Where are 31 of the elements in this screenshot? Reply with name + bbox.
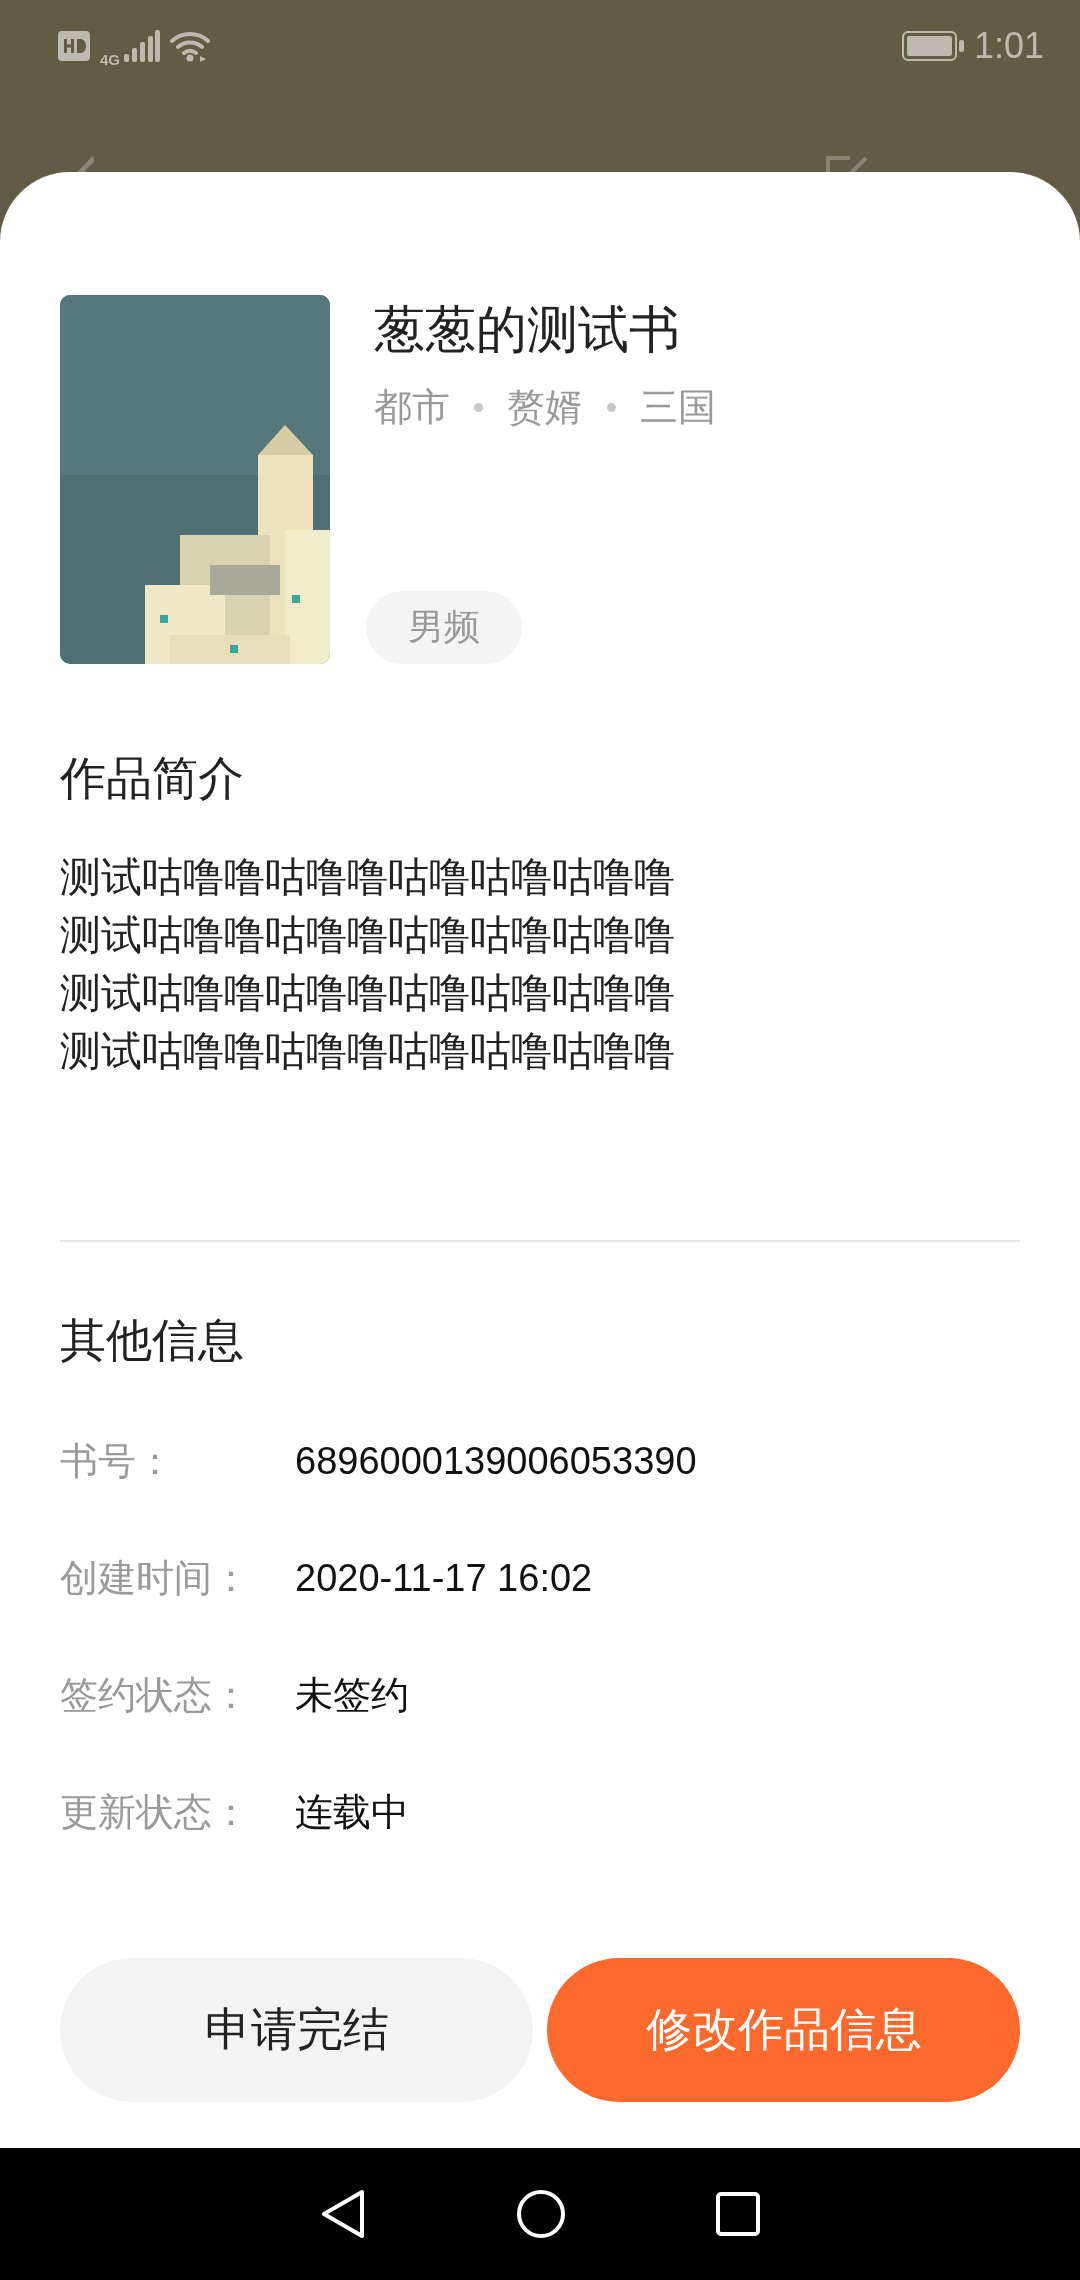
section-heading: 作品简介 bbox=[60, 750, 245, 807]
info-value: 未签约 bbox=[295, 1673, 409, 1718]
genre-tag: 赘婿 bbox=[507, 382, 583, 434]
separator-dot bbox=[607, 403, 616, 413]
genre-tag: 都市 bbox=[374, 382, 450, 434]
info-label: 更新状态： bbox=[60, 1789, 251, 1836]
wifi-icon bbox=[170, 30, 212, 62]
back-nav-icon[interactable] bbox=[320, 2189, 366, 2239]
finish-button[interactable]: 申请完结 bbox=[60, 1958, 533, 2102]
hd-icon bbox=[58, 31, 90, 61]
book-title: 葱葱的测试书 bbox=[374, 299, 681, 361]
home-nav-icon[interactable] bbox=[516, 2189, 566, 2239]
info-value: 连载中 bbox=[295, 1790, 409, 1835]
clock-time: 1:01 bbox=[973, 25, 1044, 67]
signal-icon bbox=[124, 30, 160, 62]
separator-dot bbox=[474, 403, 483, 413]
genre-tag: 三国 bbox=[640, 382, 716, 434]
battery-icon bbox=[901, 31, 964, 61]
section-heading: 其他信息 bbox=[60, 1312, 245, 1369]
synopsis-line: 测试咕噜噜咕噜噜咕噜咕噜咕噜噜 bbox=[60, 968, 675, 1019]
info-label: 签约状态： bbox=[60, 1672, 251, 1719]
channel-tag: 男频 bbox=[366, 591, 522, 664]
info-value: 6896000139006053390 bbox=[295, 1439, 697, 1484]
recents-nav-icon[interactable] bbox=[716, 2192, 760, 2236]
synopsis-line: 测试咕噜噜咕噜噜咕噜咕噜咕噜噜 bbox=[60, 852, 675, 903]
info-label: 创建时间： bbox=[60, 1555, 251, 1602]
synopsis-line: 测试咕噜噜咕噜噜咕噜咕噜咕噜噜 bbox=[60, 910, 675, 961]
synopsis-line: 测试咕噜噜咕噜噜咕噜咕噜咕噜噜 bbox=[60, 1026, 675, 1077]
info-value: 2020-11-17 16:02 bbox=[295, 1556, 593, 1601]
network-label: 4G bbox=[100, 50, 120, 68]
info-label: 书号： bbox=[60, 1438, 175, 1485]
